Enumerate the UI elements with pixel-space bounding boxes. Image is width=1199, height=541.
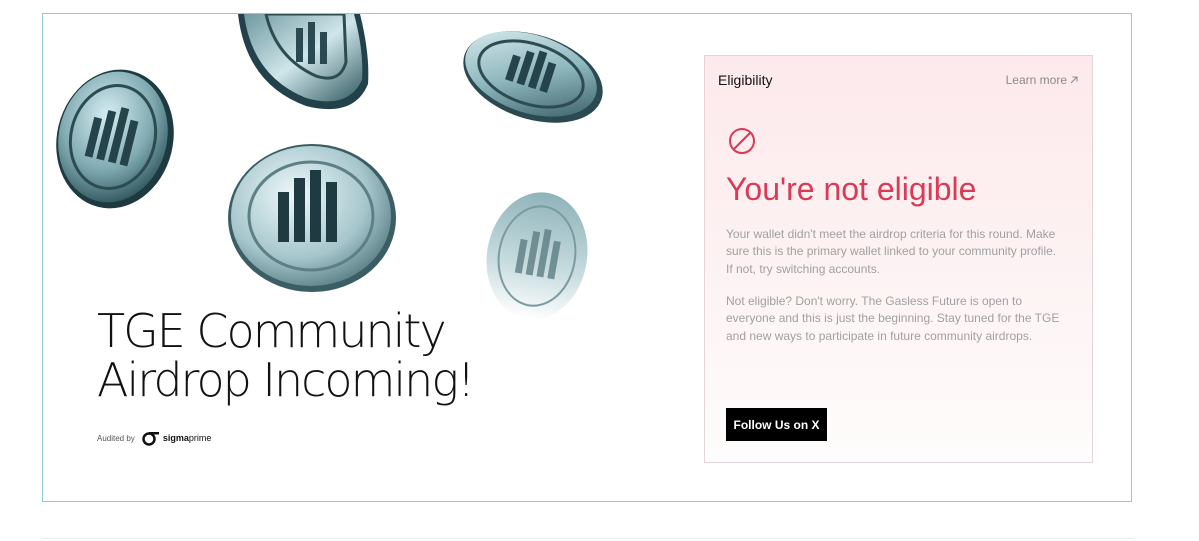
coin-image-4 bbox=[228, 144, 396, 292]
sigma-logo-icon bbox=[142, 432, 159, 446]
hero-title: TGE Community Airdrop Incoming! bbox=[97, 307, 517, 405]
audited-label: Audited by bbox=[97, 433, 135, 443]
learn-more-link[interactable]: Learn more bbox=[1006, 73, 1078, 87]
coin-image-2 bbox=[238, 14, 369, 110]
learn-more-label: Learn more bbox=[1005, 73, 1067, 87]
card-header: Eligibility Learn more bbox=[718, 72, 1078, 88]
coin-image-3 bbox=[463, 31, 603, 123]
status-heading: You're not eligible bbox=[726, 171, 977, 207]
sigma-prime-wordmark: sigmaprime bbox=[162, 433, 212, 443]
coin-image-5 bbox=[486, 192, 588, 320]
sigma-prime-logo: sigmaprime bbox=[142, 430, 212, 446]
hero-title-line1: TGE Community bbox=[97, 304, 447, 358]
arrow-up-right-icon bbox=[1070, 76, 1078, 84]
hero-title-line2: Airdrop Incoming! bbox=[97, 353, 475, 407]
follow-on-x-button[interactable]: Follow Us on X bbox=[726, 408, 827, 441]
coin-image-1 bbox=[56, 69, 174, 209]
ineligible-explanation: Your wallet didn't meet the airdrop crit… bbox=[726, 227, 1057, 276]
card-title: Eligibility bbox=[718, 72, 773, 88]
bottom-divider bbox=[42, 538, 1134, 539]
audited-by: Audited by sigmaprime bbox=[97, 428, 211, 448]
encouragement-text: Not eligible? Don't worry. The Gasless F… bbox=[726, 294, 1060, 343]
eligibility-card: Eligibility Learn more You're not eligib… bbox=[704, 55, 1093, 463]
ban-icon bbox=[729, 128, 755, 154]
